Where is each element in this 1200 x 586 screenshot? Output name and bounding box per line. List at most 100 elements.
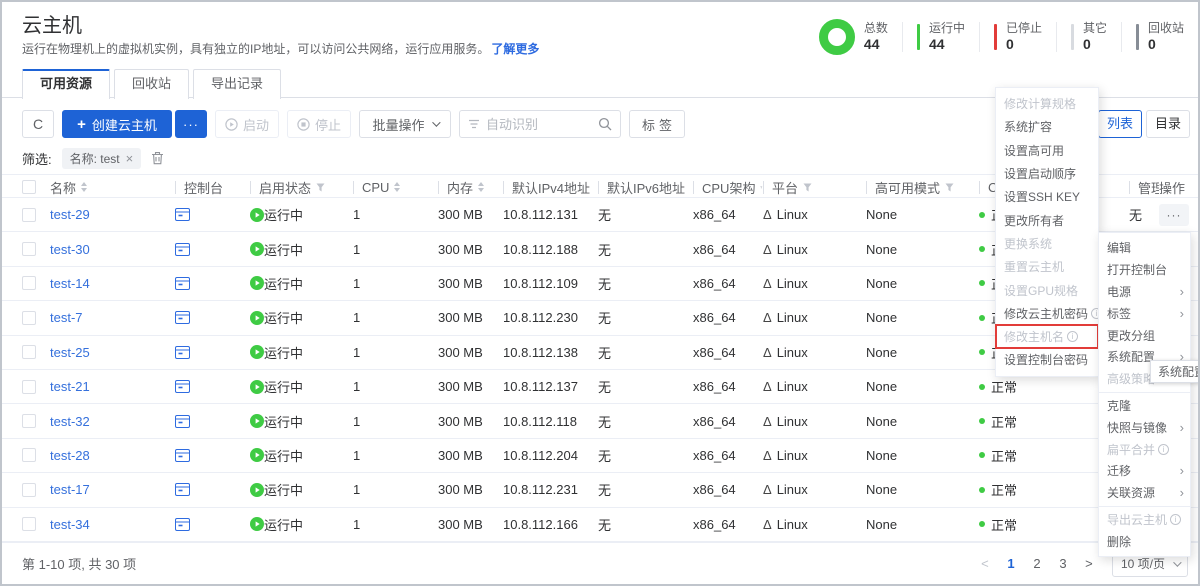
console-icon[interactable] (175, 208, 190, 221)
row-checkbox[interactable] (22, 276, 36, 290)
host-name-link[interactable]: test-30 (50, 242, 90, 257)
menu-item-1[interactable]: 系统扩容 (996, 115, 1098, 138)
menu-item-12[interactable]: 关联资源› (1099, 482, 1190, 504)
host-name-link[interactable]: test-25 (50, 345, 90, 360)
console-icon[interactable] (175, 243, 190, 256)
page-button-2[interactable]: 2 (1028, 556, 1046, 571)
view-list-button[interactable]: 列表 (1098, 110, 1142, 138)
column-header-1[interactable]: 名称 (50, 175, 175, 199)
host-name-link[interactable]: test-34 (50, 517, 90, 532)
column-header-8[interactable]: CPU架构 (693, 175, 763, 199)
column-header-10[interactable]: 高可用模式 (866, 175, 979, 199)
page-button-3[interactable]: 3 (1054, 556, 1072, 571)
tab-0[interactable]: 可用资源 (22, 69, 110, 99)
memory-value: 300 MB (438, 276, 483, 291)
stat-color-bar (1071, 24, 1074, 50)
running-status-icon (250, 517, 264, 531)
host-name-link[interactable]: test-21 (50, 379, 90, 394)
search-input[interactable] (486, 117, 598, 132)
menu-item-11[interactable]: 迁移› (1099, 460, 1190, 482)
menu-item-14[interactable]: 导出云主机i (1099, 509, 1190, 531)
row-checkbox[interactable] (22, 380, 36, 394)
menu-item-4[interactable]: 设置SSH KEY (996, 185, 1098, 208)
menu-item-9[interactable]: 快照与镜像› (1099, 416, 1190, 438)
menu-item-1[interactable]: 打开控制台 (1099, 259, 1190, 281)
tab-1[interactable]: 回收站 (114, 69, 189, 99)
row-checkbox[interactable] (22, 345, 36, 359)
menu-item-2[interactable]: 电源› (1099, 281, 1190, 303)
row-checkbox[interactable] (22, 448, 36, 462)
menu-item-0[interactable]: 编辑 (1099, 237, 1190, 259)
console-icon[interactable] (175, 483, 190, 496)
column-header-4[interactable]: CPU (353, 175, 438, 199)
search-icon[interactable] (598, 117, 612, 131)
console-icon[interactable] (175, 346, 190, 359)
view-directory-button[interactable]: 目录 (1146, 110, 1190, 138)
menu-item-9[interactable]: 修改云主机密码i (996, 302, 1098, 325)
status-cell: 运行中 (250, 343, 353, 362)
row-checkbox[interactable] (22, 517, 36, 531)
host-name-link[interactable]: test-32 (50, 414, 90, 429)
console-icon[interactable] (175, 518, 190, 531)
menu-item-11[interactable]: 设置控制台密码 (996, 348, 1098, 371)
column-header-0[interactable] (22, 175, 50, 199)
column-header-3[interactable]: 启用状态 (250, 175, 353, 199)
select-all-checkbox[interactable] (22, 180, 36, 194)
menu-item-10[interactable]: 扁平合并i (1099, 438, 1190, 460)
next-page-button[interactable]: > (1080, 556, 1098, 571)
menu-item-15[interactable]: 删除 (1099, 530, 1190, 552)
create-host-button[interactable]: +创建云主机 (62, 110, 172, 138)
menu-item-0[interactable]: 修改计算规格 (996, 92, 1098, 115)
row-checkbox[interactable] (22, 414, 36, 428)
ha-mode-cell: None (866, 517, 979, 532)
column-header-5[interactable]: 内存 (438, 175, 503, 199)
learn-more-link[interactable]: 了解更多 (491, 42, 539, 56)
menu-item-5[interactable]: 更改所有者 (996, 208, 1098, 231)
host-name-link[interactable]: test-29 (50, 207, 90, 222)
console-icon[interactable] (175, 415, 190, 428)
menu-item-label: 设置高可用 (1004, 142, 1064, 159)
page-button-1[interactable]: 1 (1002, 556, 1020, 571)
tab-2[interactable]: 导出记录 (193, 69, 281, 99)
menu-item-8[interactable]: 设置GPU规格 (996, 278, 1098, 301)
row-checkbox[interactable] (22, 311, 36, 325)
prev-page-button[interactable]: < (976, 556, 994, 571)
refresh-button[interactable]: C (22, 110, 54, 138)
running-status-icon (250, 483, 264, 497)
create-more-button[interactable]: ··· (175, 110, 207, 138)
chip-close-icon[interactable]: × (126, 151, 134, 166)
row-checkbox[interactable] (22, 208, 36, 222)
row-actions-button[interactable]: ··· (1159, 204, 1189, 226)
console-icon[interactable] (175, 380, 190, 393)
menu-item-3[interactable]: 标签› (1099, 302, 1190, 324)
host-name-link[interactable]: test-17 (50, 482, 90, 497)
row-checkbox[interactable] (22, 483, 36, 497)
host-name-link[interactable]: test-28 (50, 448, 90, 463)
column-header-9[interactable]: 平台 (763, 175, 866, 199)
menu-item-label: 编辑 (1107, 239, 1131, 256)
menu-item-4[interactable]: 更改分组 (1099, 324, 1190, 346)
status-cell: 运行中 (250, 240, 353, 259)
ipv6-cell: 无 (598, 446, 693, 465)
row-checkbox[interactable] (22, 242, 36, 256)
stop-button[interactable]: 停止 (287, 110, 351, 138)
menu-item-2[interactable]: 设置高可用 (996, 139, 1098, 162)
stat-label: 已停止 (1006, 21, 1042, 35)
page-title: 云主机 (22, 15, 539, 37)
menu-item-6[interactable]: 更换系统 (996, 232, 1098, 255)
console-icon[interactable] (175, 277, 190, 290)
host-name-link[interactable]: test-14 (50, 276, 90, 291)
console-icon[interactable] (175, 311, 190, 324)
start-button[interactable]: 启动 (215, 110, 279, 138)
menu-item-10[interactable]: 修改主机名i (996, 325, 1098, 348)
host-name-link[interactable]: test-7 (50, 310, 83, 325)
batch-actions-button[interactable]: 批量操作 (359, 110, 451, 138)
console-icon[interactable] (175, 449, 190, 462)
menu-item-8[interactable]: 克隆 (1099, 395, 1190, 417)
column-label: 启用状态 (259, 178, 311, 197)
table-row: test-34运行中1300 MB10.8.112.166无x86_64ΔLin… (2, 508, 1198, 542)
clear-filters-trash-icon[interactable] (151, 151, 164, 165)
tag-button[interactable]: 标签 (629, 110, 685, 138)
menu-item-3[interactable]: 设置启动顺序 (996, 162, 1098, 185)
menu-item-7[interactable]: 重置云主机 (996, 255, 1098, 278)
